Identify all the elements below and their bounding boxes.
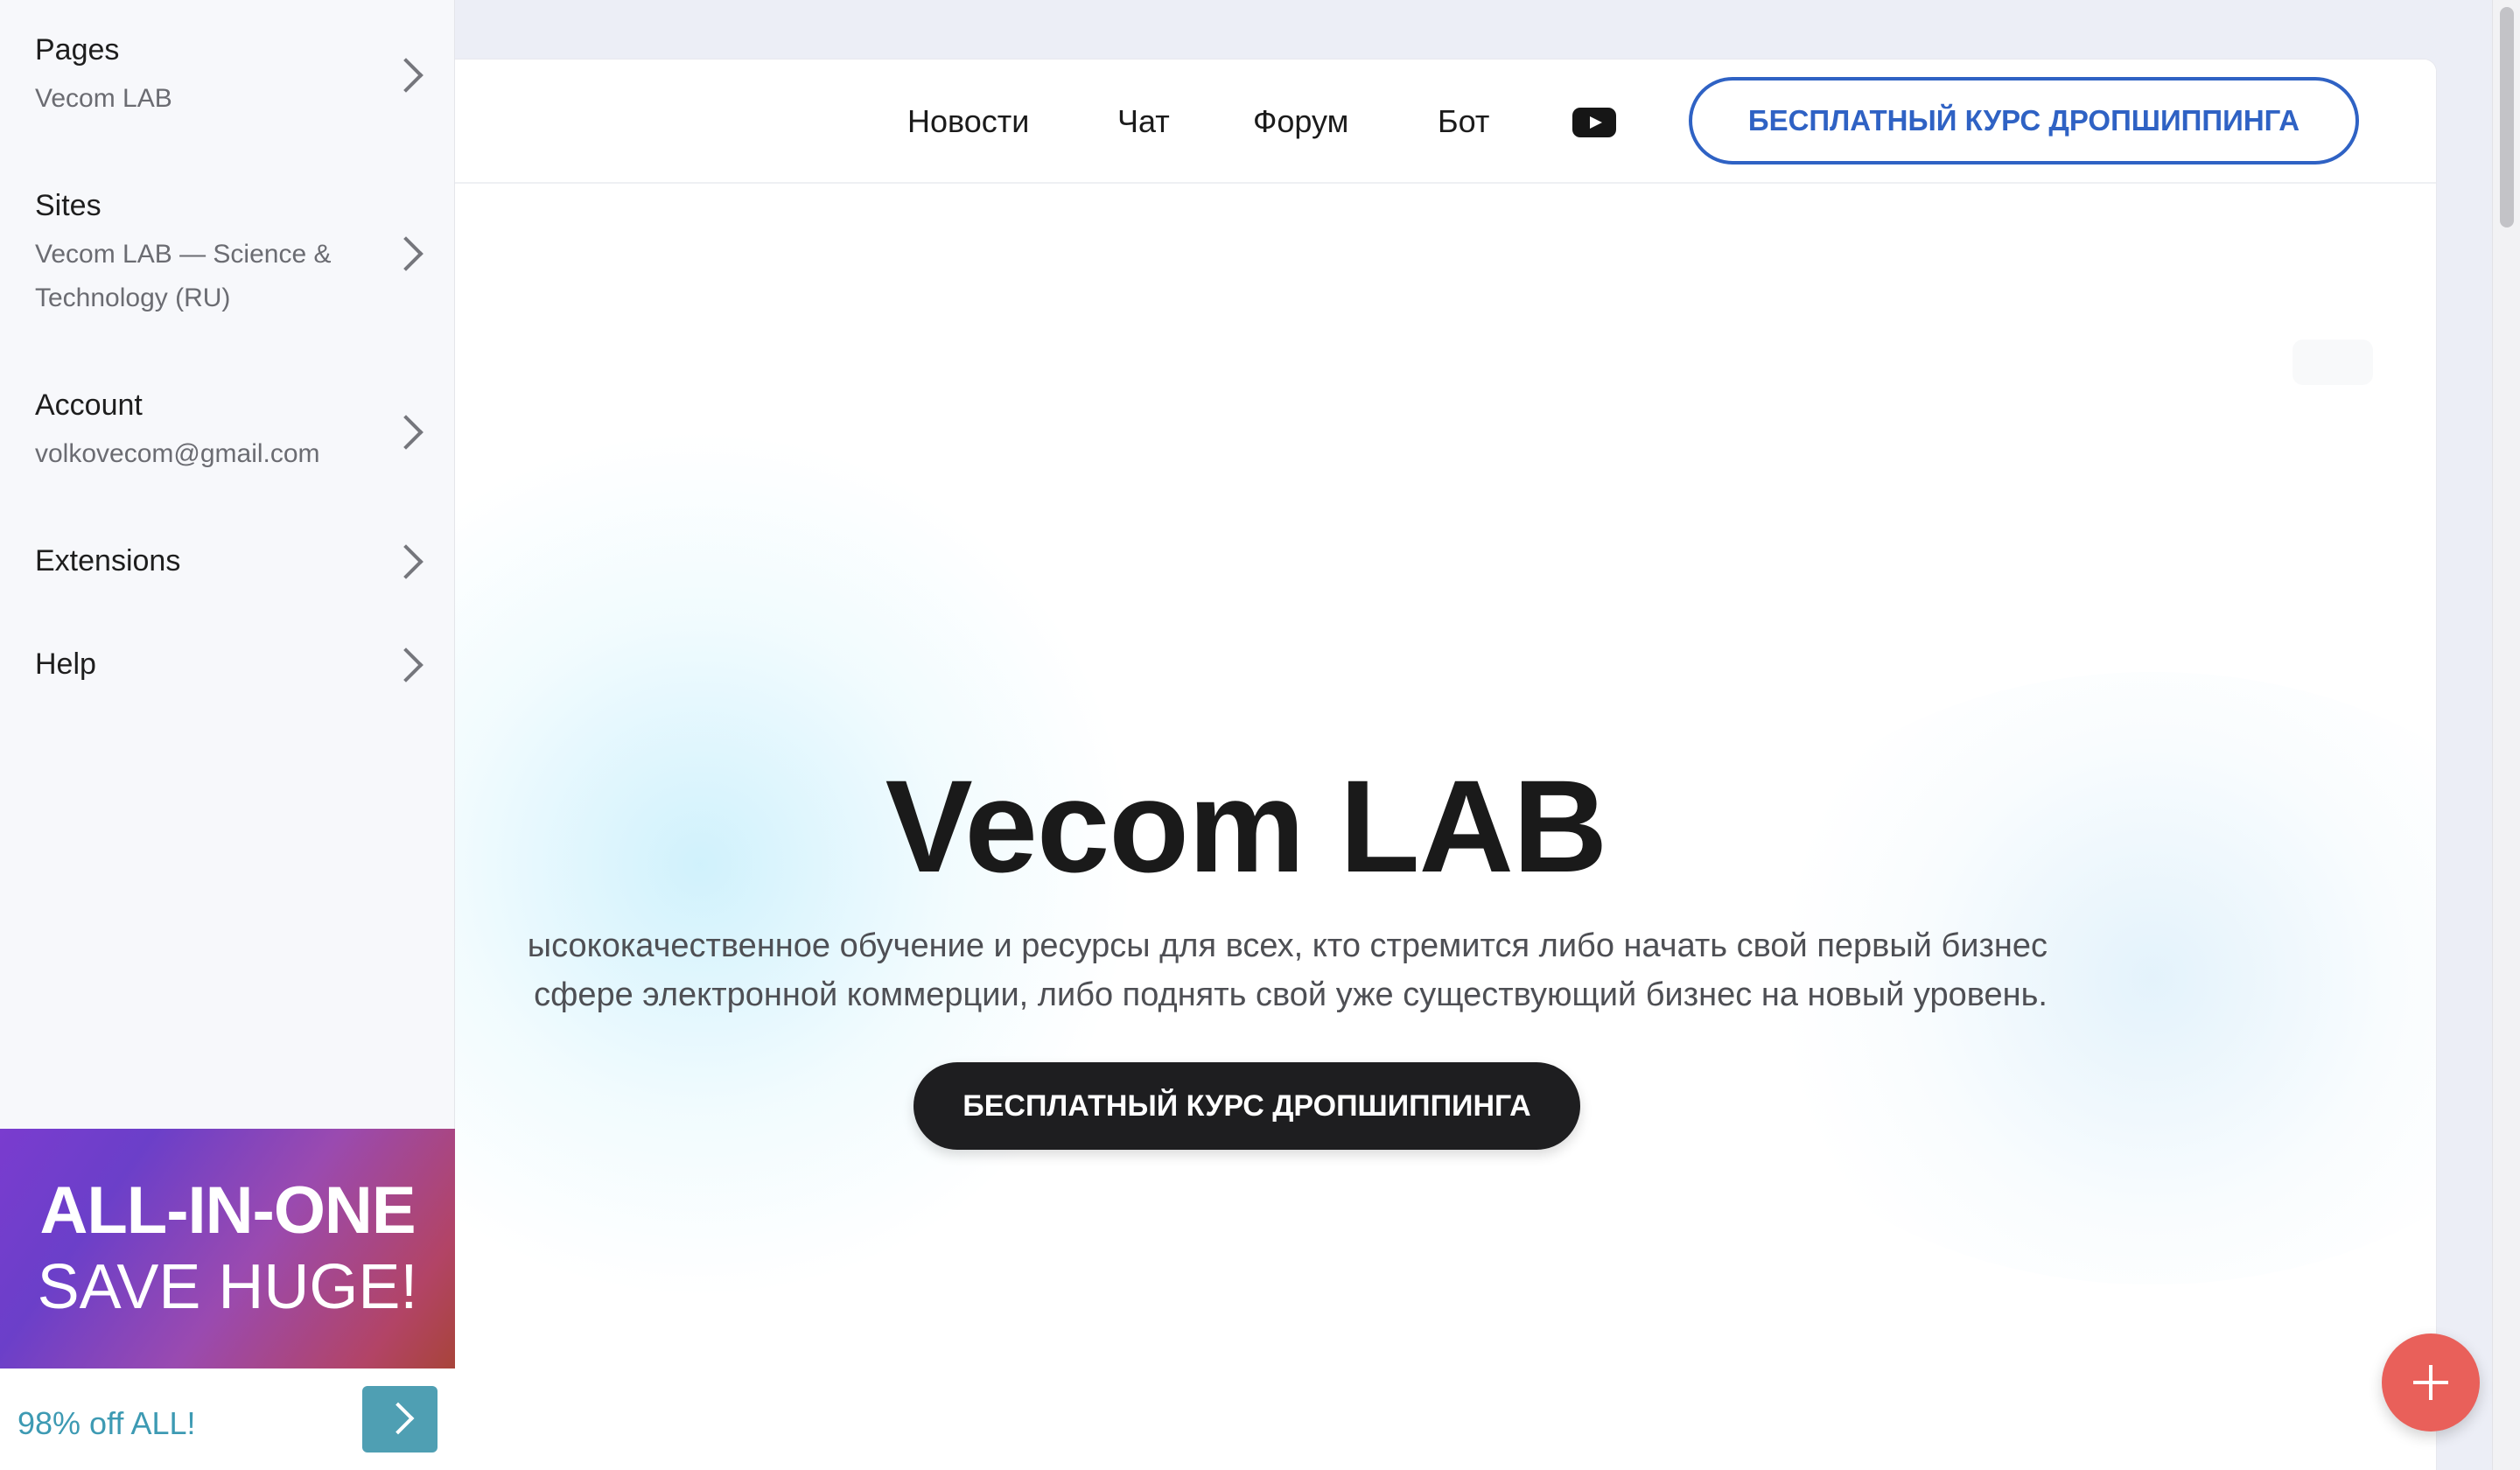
promo-banner[interactable]: ALL-IN-ONE SAVE HUGE! [0,1129,455,1368]
sidebar-item-sublabel: volkovecom@gmail.com [35,439,320,468]
sidebar-item-account[interactable]: Account volkovecom@gmail.com [0,376,455,499]
promo-arrow-button[interactable] [362,1386,438,1452]
gear-icon [2292,340,2373,385]
sidebar-item-extensions[interactable]: Extensions [0,534,455,630]
chevron-right-icon [388,544,424,579]
chevron-right-icon [388,648,424,682]
promo-headline: ALL-IN-ONE [39,1173,416,1248]
hero-subtitle-line: ысококачественное обучение и ресурсы для… [527,928,2048,964]
chevron-right-icon [388,415,424,450]
sidebar-item-label: Help [35,648,96,681]
chevron-right-icon [388,58,424,93]
sidebar-item-pages[interactable]: Pages Vecom LAB [0,0,455,149]
nav-link-bot[interactable]: Бот [1438,103,1489,140]
add-button[interactable] [2382,1334,2480,1432]
nav-link-forum[interactable]: Форум [1253,103,1348,140]
promo-offer-text: 98% off ALL! [18,1405,196,1441]
site-header: Новости Чат Форум Бот БЕСПЛАТНЫЙ КУРС ДР… [228,60,2436,184]
hero-free-course-button[interactable]: БЕСПЛАТНЫЙ КУРС ДРОПШИППИНГА [914,1062,1580,1150]
page-canvas: Новости Чат Форум Бот БЕСПЛАТНЫЙ КУРС ДР… [0,0,2520,1470]
sidebar: Pages Vecom LAB Sites Vecom LAB — Scienc… [0,0,455,1470]
hero-title: Vecom LAB [885,752,1608,900]
sidebar-item-sublabel: Vecom LAB — Science & [35,240,332,269]
sidebar-item-sites[interactable]: Sites Vecom LAB — Science & Technology (… [0,175,455,350]
hero-subtitle: ысококачественное обучение и ресурсы для… [228,921,2048,1019]
sidebar-item-label: Pages [35,33,120,66]
scrollbar[interactable] [2492,0,2520,1470]
youtube-icon[interactable] [1572,108,1616,137]
sidebar-item-label: Extensions [35,544,181,578]
sidebar-item-label: Account [35,388,143,422]
nav-link-news[interactable]: Новости [907,103,1029,140]
hero-subtitle-line: сфере электронной коммерции, либо поднят… [534,976,2048,1013]
website-preview: Новости Чат Форум Бот БЕСПЛАТНЫЙ КУРС ДР… [228,60,2436,1470]
sidebar-item-label: Sites [35,189,102,222]
scrollbar-thumb[interactable] [2500,7,2514,228]
header-free-course-button[interactable]: БЕСПЛАТНЫЙ КУРС ДРОПШИППИНГА [1689,77,2359,164]
promo-footer: 98% off ALL! [0,1368,455,1470]
sidebar-item-sublabel: Technology (RU) [35,284,231,312]
chevron-right-icon [388,236,424,271]
nav-link-chat[interactable]: Чат [1117,103,1170,140]
sidebar-item-help[interactable]: Help [0,639,455,735]
sidebar-item-sublabel: Vecom LAB [35,84,172,113]
promo-subheadline: SAVE HUGE! [37,1252,418,1322]
